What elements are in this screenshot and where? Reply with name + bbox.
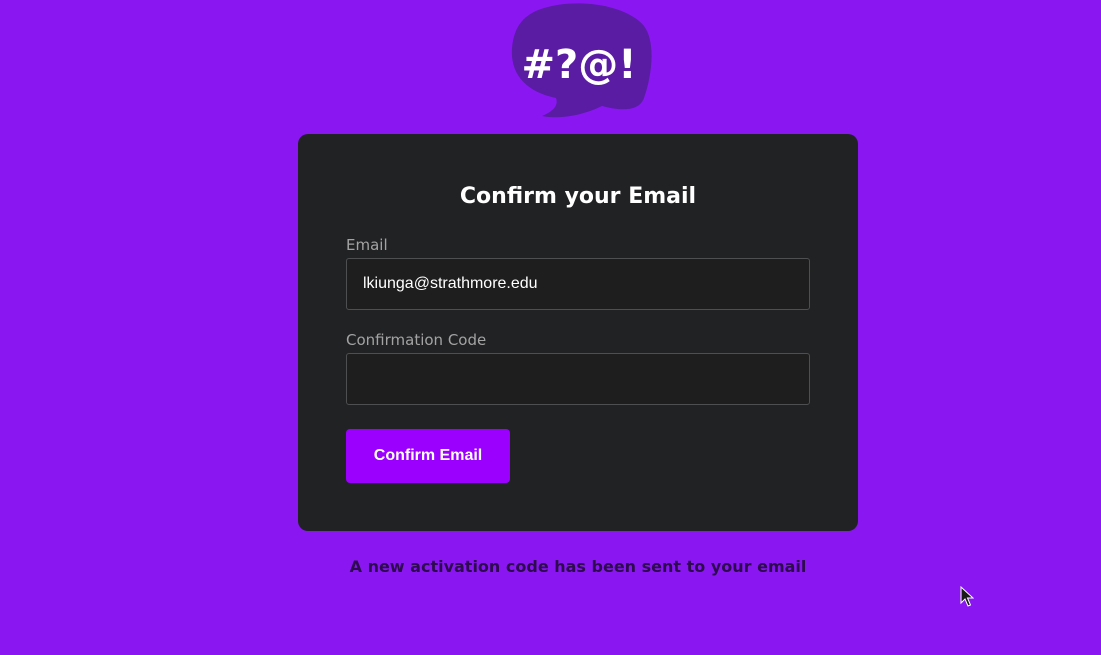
email-field[interactable] <box>346 258 810 310</box>
speech-bubble-logo-icon: #?@! <box>511 3 652 118</box>
confirm-email-button[interactable]: Confirm Email <box>346 429 510 483</box>
logo-text: #?@! <box>522 42 637 88</box>
card-title: Confirm your Email <box>459 184 697 209</box>
confirmation-code-field[interactable] <box>346 353 810 405</box>
app-logo: #?@! <box>506 2 652 120</box>
activation-code-notice: A new activation code has been sent to y… <box>349 557 807 576</box>
page: #?@! Confirm your Email Email Confirmati… <box>0 0 1101 655</box>
confirm-email-card: Confirm your Email Email Confirmation Co… <box>298 134 858 531</box>
confirmation-code-label: Confirmation Code <box>346 331 487 349</box>
mouse-pointer-icon <box>960 586 974 607</box>
email-label: Email <box>346 236 388 254</box>
